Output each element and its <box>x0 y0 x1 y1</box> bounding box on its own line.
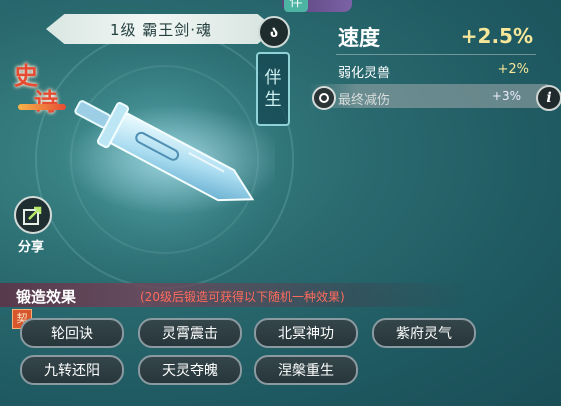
forge-effect-chip[interactable]: 北冥神功 <box>254 318 358 348</box>
sword-icon <box>65 100 285 215</box>
lock-icon[interactable]: ა <box>258 16 290 48</box>
sword-image <box>55 90 285 220</box>
forge-hint: (20级后锻造可获得以下随机一种效果) <box>140 290 345 304</box>
main-stat-value: +2.5% <box>460 24 533 48</box>
share-button[interactable] <box>14 196 52 234</box>
forge-effect-chip[interactable]: 九转还阳 <box>20 355 124 385</box>
share-icon <box>23 206 42 225</box>
share-label[interactable]: 分享 <box>18 236 44 255</box>
forge-effect-chip[interactable]: 轮回诀 <box>20 318 124 348</box>
sub-stat-label: 弱化灵兽 <box>338 66 391 81</box>
forge-effect-chip[interactable]: 紫府灵气 <box>372 318 476 348</box>
sub-stat-value: +2% <box>497 62 529 77</box>
locked-stat-label: 最终减伤 <box>338 93 391 108</box>
forge-effect-chip[interactable]: 灵霄震击 <box>138 318 242 348</box>
locked-stat-icon <box>312 86 336 110</box>
forge-effect-chip[interactable]: 涅槃重生 <box>254 355 358 385</box>
forge-title: 锻造效果 <box>16 288 77 306</box>
forge-effect-chip[interactable]: 天灵夺魄 <box>138 355 242 385</box>
companion-char-1: 伴 <box>264 68 282 88</box>
item-name-banner: 1级 霸王剑·魂 <box>46 14 276 44</box>
item-name: 1级 霸王剑·魂 <box>109 20 213 39</box>
info-button[interactable]: i <box>536 85 561 111</box>
top-companion-char: 伴 <box>284 0 308 12</box>
main-stat-label: 速度 <box>338 26 380 50</box>
locked-stat-value: +3% <box>491 89 521 103</box>
stat-divider <box>336 54 536 55</box>
